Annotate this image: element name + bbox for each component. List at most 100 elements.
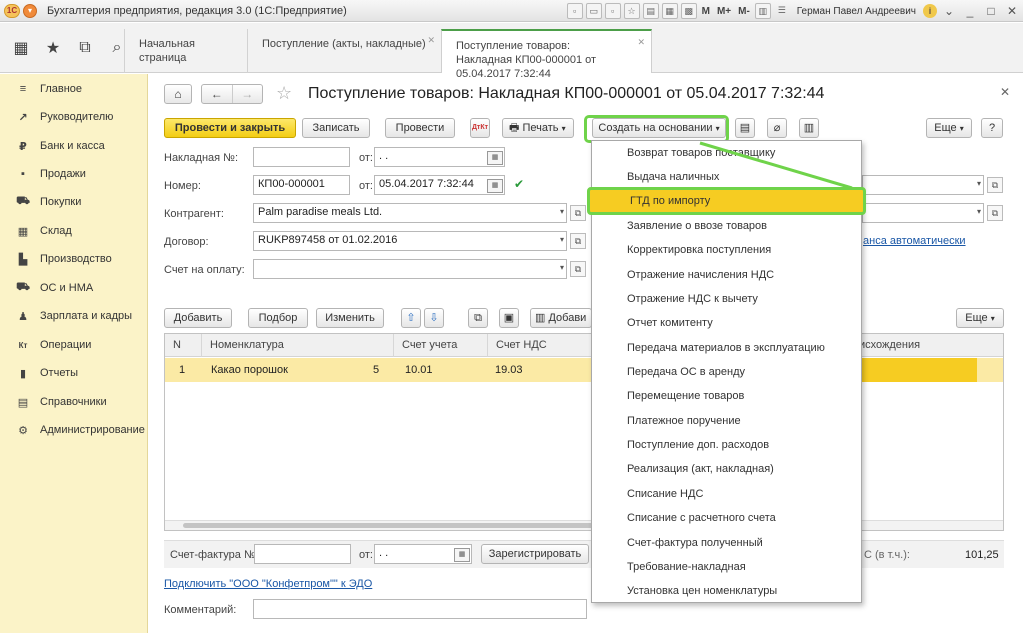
document-icon[interactable]: ▤: [735, 118, 755, 138]
move-down-icon[interactable]: ⇩: [424, 308, 444, 328]
chevron-down-icon[interactable]: ▾: [560, 263, 564, 272]
horizontal-scrollbar[interactable]: [165, 520, 1003, 530]
tab-receipts-list[interactable]: Поступление (акты, накладные) ✕: [247, 29, 441, 73]
move-up-icon[interactable]: ⇧: [401, 308, 421, 328]
report-icon[interactable]: ▥: [799, 118, 819, 138]
invoice-date-input[interactable]: . .: [374, 147, 505, 167]
sidebar-item-purchases[interactable]: ⛟ Покупки: [0, 192, 148, 212]
history-icon[interactable]: ⧉: [76, 39, 94, 57]
tab-home[interactable]: Начальная страница: [124, 29, 247, 73]
calendar-icon[interactable]: ▦: [661, 3, 678, 19]
close-icon[interactable]: ✕: [1000, 85, 1010, 99]
close-window-icon[interactable]: ✕: [1003, 4, 1021, 18]
contract-input[interactable]: RUKP897458 от 01.02.2016 ▾: [253, 231, 567, 251]
invoice-received-input[interactable]: [254, 544, 351, 564]
menu-item-account-writeoff[interactable]: Списание с расчетного счета: [592, 506, 861, 530]
layout-icon[interactable]: ▥: [754, 3, 771, 19]
tab-goods-receipt[interactable]: Поступление товаров: Накладная КП00-0000…: [441, 29, 652, 80]
favorites-star-icon[interactable]: ★: [44, 38, 62, 58]
table-row[interactable]: 1 Какао порошок 5 10.01 19.03: [165, 358, 1003, 382]
warehouse-input[interactable]: ▾: [862, 175, 984, 195]
copy-icon[interactable]: ⧉: [468, 308, 488, 328]
forward-arrow-icon[interactable]: →: [231, 85, 263, 103]
print-button[interactable]: 🖶 Печать ▾: [502, 118, 574, 138]
invoice-number-input[interactable]: [253, 147, 350, 167]
open-icon[interactable]: ⧉: [570, 205, 586, 221]
sidebar-item-warehouse[interactable]: ▦ Склад: [0, 221, 148, 241]
sidebar-item-catalogs[interactable]: ▤ Справочники: [0, 392, 148, 412]
post-button[interactable]: Провести: [385, 118, 455, 138]
current-user[interactable]: Герман Павел Андреевич: [793, 6, 920, 17]
chevron-down-icon[interactable]: ⌄: [940, 4, 958, 18]
chevron-down-icon[interactable]: ▾: [977, 179, 981, 188]
close-icon[interactable]: ✕: [637, 35, 645, 49]
close-icon[interactable]: ✕: [427, 33, 435, 47]
sidebar-item-bank[interactable]: ₽ Банк и касса: [0, 136, 148, 156]
all-functions-grid-icon[interactable]: ▦: [12, 38, 30, 58]
open-icon[interactable]: ⧉: [570, 233, 586, 249]
menu-item-invoice-received[interactable]: Счет-фактура полученный: [592, 531, 861, 555]
memory-minus-button[interactable]: M-: [736, 6, 752, 17]
menu-item-extra-costs[interactable]: Поступление доп. расходов: [592, 433, 861, 457]
menu-item-requisition[interactable]: Требование-накладная: [592, 555, 861, 579]
home-button[interactable]: ⌂: [164, 84, 192, 104]
favorite-icon[interactable]: ☆: [623, 3, 640, 19]
user-list-icon[interactable]: ☰: [774, 3, 790, 19]
sidebar-item-production[interactable]: ▙ Производство: [0, 249, 148, 269]
menu-item-payment-order[interactable]: Платежное поручение: [592, 409, 861, 433]
attachment-icon[interactable]: ⌀: [767, 118, 787, 138]
save-icon[interactable]: ▫: [604, 3, 621, 19]
paste-icon[interactable]: ▣: [499, 308, 519, 328]
post-and-close-button[interactable]: Провести и закрыть: [164, 118, 296, 138]
menu-item-fixed-asset-lease[interactable]: Передача ОС в аренду: [592, 360, 861, 384]
change-button[interactable]: Изменить: [316, 308, 384, 328]
advance-auto-link[interactable]: анса автоматически: [863, 235, 966, 247]
calendar-icon[interactable]: ▦: [487, 151, 503, 165]
sidebar-item-operations[interactable]: Кт Операции: [0, 335, 148, 355]
save-button[interactable]: Записать: [302, 118, 370, 138]
menu-item-cash-issue[interactable]: Выдача наличных: [592, 165, 861, 189]
help-button[interactable]: ?: [981, 118, 1003, 138]
memory-plus-button[interactable]: M+: [715, 6, 733, 17]
sidebar-item-admin[interactable]: ⚙ Администрирование: [0, 420, 148, 440]
table-more-button[interactable]: Еще ▾: [956, 308, 1004, 328]
menu-item-import-statement[interactable]: Заявление о ввозе товаров: [592, 214, 861, 238]
column-header-n[interactable]: N: [165, 334, 201, 357]
date-input[interactable]: 05.04.2017 7:32:44: [374, 175, 505, 195]
chevron-down-icon[interactable]: ▾: [560, 207, 564, 216]
chevron-down-icon[interactable]: ▾: [977, 207, 981, 216]
comment-input[interactable]: [253, 599, 587, 619]
sidebar-item-main[interactable]: ≡ Главное: [0, 79, 148, 99]
select-button[interactable]: Подбор: [248, 308, 308, 328]
organization-input[interactable]: ▾: [862, 203, 984, 223]
menu-item-sales[interactable]: Реализация (акт, накладная): [592, 457, 861, 481]
main-menu-icon[interactable]: ▾: [23, 3, 37, 18]
dt-kt-icon[interactable]: ДтКт: [470, 118, 490, 138]
open-icon[interactable]: ⧉: [987, 177, 1003, 193]
payment-invoice-input[interactable]: ▾: [253, 259, 567, 279]
column-header-account[interactable]: Счет учета: [393, 334, 489, 357]
menu-item-vat-accrual[interactable]: Отражение начисления НДС: [592, 263, 861, 287]
add-row-button[interactable]: Добавить: [164, 308, 232, 328]
favorite-star-icon[interactable]: ☆: [276, 83, 292, 104]
menu-item-price-setting[interactable]: Установка цен номенклатуры: [592, 579, 861, 603]
menu-item-materials-transfer[interactable]: Передача материалов в эксплуатацию: [592, 336, 861, 360]
edo-connect-link[interactable]: Подключить "ООО "Конфетпром"" к ЭДО: [164, 578, 372, 590]
register-button[interactable]: Зарегистрировать: [481, 544, 589, 564]
open-icon[interactable]: ⧉: [570, 261, 586, 277]
menu-item-gtd-import[interactable]: ГТД по импорту: [587, 187, 866, 215]
column-header-nomenclature[interactable]: Номенклатура: [201, 334, 377, 357]
menu-item-commitent-report[interactable]: Отчет комитенту: [592, 311, 861, 335]
minimize-icon[interactable]: _: [961, 4, 979, 18]
sidebar-item-manager[interactable]: ↗ Руководителю: [0, 107, 148, 127]
menu-item-vat-deduction[interactable]: Отражение НДС к вычету: [592, 287, 861, 311]
more-button[interactable]: Еще ▾: [926, 118, 972, 138]
add-barcode-button[interactable]: ▥ Добави: [530, 308, 592, 328]
back-arrow-icon[interactable]: ←: [202, 85, 232, 103]
print-icon[interactable]: ▭: [585, 3, 602, 19]
goods-table[interactable]: N Номенклатура Счет учета Счет НДС исхож…: [164, 333, 1004, 531]
maximize-icon[interactable]: □: [982, 4, 1000, 18]
info-icon[interactable]: i: [923, 4, 937, 18]
counterparty-input[interactable]: Palm paradise meals Ltd. ▾: [253, 203, 567, 223]
calendar-icon[interactable]: ▦: [454, 548, 470, 562]
